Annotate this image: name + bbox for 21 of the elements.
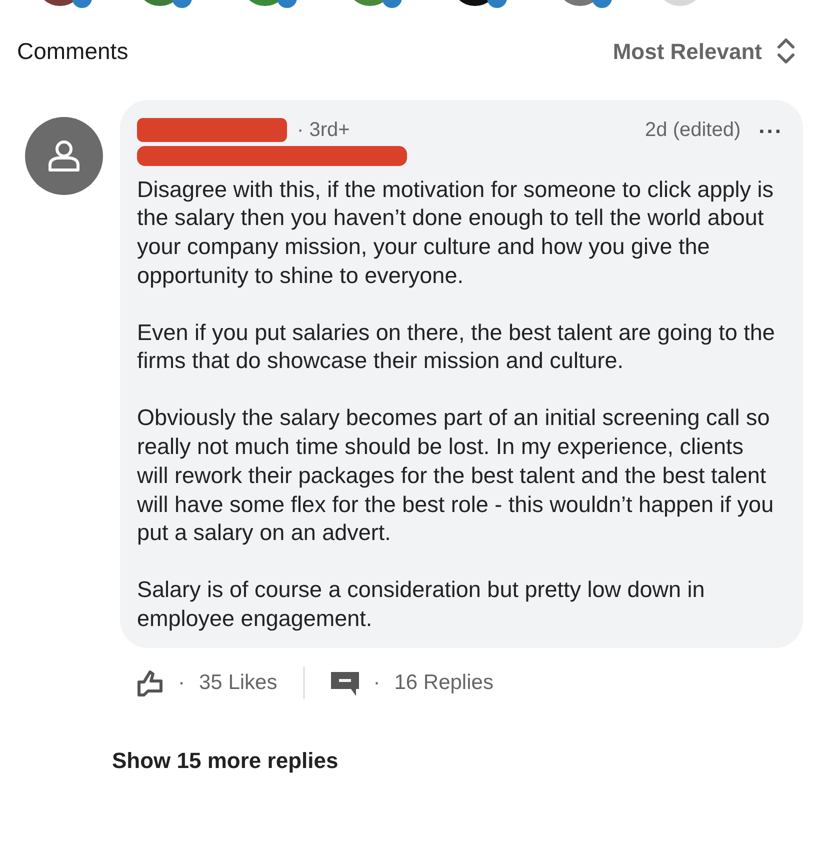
comment-icon [331,670,360,696]
replies-count[interactable]: 16 Replies [394,667,494,699]
separator-dot: · [178,670,185,696]
connection-degree: · 3rd+ [297,118,350,142]
show-more-replies-link[interactable]: Show 15 more replies [112,744,338,777]
avatar[interactable] [44,0,92,8]
timestamp: 2d (edited) [645,118,741,142]
separator-dot: · [373,670,380,696]
avatar[interactable] [459,0,507,8]
comment-paragraph: Disagree with this, if the motivation for someone to click apply is the salary then you haven’t done enough to tell the world about your company mission, your culture and how you give the opportunity to shine to everyone. [137,176,775,290]
like-button[interactable] [136,668,164,697]
comment-paragraph: Even if you put salaries on there, the best talent are going to the firms that do showcase their mission and culture. [137,318,775,376]
thumbs-up-icon [136,668,164,697]
sort-icon [776,36,796,66]
sort-button[interactable]: Most Relevant [612,34,796,68]
more-button[interactable]: ... [758,114,783,144]
comment-paragraph: Obviously the salary becomes part of an initial screening call so really not much time should be lost. In my experience, clients will rework their packages for the best talent and the best talent will have some flex for the best role - this wouldn’t happen if you put a salary on an advert. [137,404,775,548]
comment-paragraph: Salary is of course a consideration but pretty low down in employee engagement. [137,576,706,634]
section-title: Comments [17,37,128,66]
reply-button[interactable] [331,670,360,696]
likes-count[interactable]: 35 Likes [199,667,278,699]
